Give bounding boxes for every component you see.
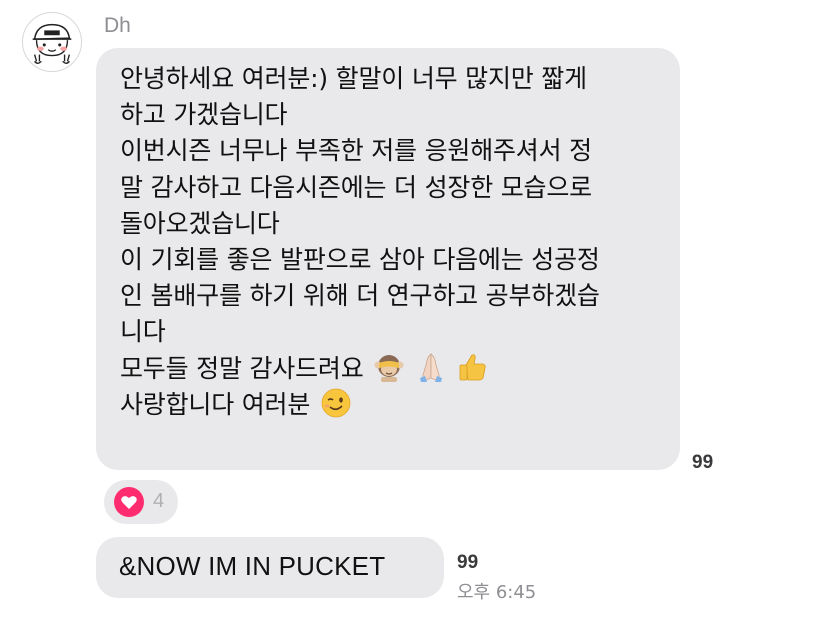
cartoon-face-avatar-icon bbox=[32, 23, 72, 64]
thumbs-up-emoji bbox=[457, 351, 489, 383]
message-line: 사랑합니다 여러분 bbox=[120, 387, 658, 423]
see-no-evil-monkey-emoji bbox=[373, 351, 405, 383]
reaction-pill[interactable]: 4 bbox=[104, 480, 178, 524]
message-line-text: 모두들 정말 감사드려요 bbox=[120, 353, 364, 383]
folded-hands-emoji bbox=[415, 351, 447, 383]
message-timestamp: 오후 6:45 bbox=[457, 582, 537, 603]
message-line: 말 감사하고 다음시즌에는 더 성장한 모습으로 bbox=[120, 172, 592, 202]
message-text: &NOW IM IN PUCKET bbox=[119, 551, 386, 581]
message-line: 모두들 정말 감사드려요 bbox=[120, 351, 658, 387]
read-count: 99 bbox=[457, 552, 479, 573]
message-line: 이 기회를 좋은 발판으로 삼아 다음에는 성공정 bbox=[120, 245, 600, 275]
sender-avatar[interactable] bbox=[22, 12, 82, 72]
reaction-count: 4 bbox=[153, 490, 165, 512]
message-line: 인 봄배구를 하기 위해 더 연구하고 공부하겠습 bbox=[120, 281, 600, 311]
message-line: 하고 가겠습니다 bbox=[120, 100, 288, 130]
sender-name: Dh bbox=[104, 14, 131, 37]
message-line: 이번시즌 너무나 부족한 저를 응원해주셔서 정 bbox=[120, 136, 592, 166]
read-count: 99 bbox=[692, 452, 714, 473]
message-bubble[interactable]: &NOW IM IN PUCKET bbox=[96, 537, 444, 598]
message-line: 안녕하세요 여러분:) 할말이 너무 많지만 짧게 bbox=[120, 64, 587, 93]
message-line: 니다 bbox=[120, 317, 166, 347]
winking-face-emoji bbox=[320, 387, 352, 419]
heart-icon bbox=[114, 487, 144, 517]
chat-thread: Dh 안녕하세요 여러분:) 할말이 너무 많지만 짧게 하고 가겠습니다 이번… bbox=[0, 0, 828, 619]
message-bubble[interactable]: 안녕하세요 여러분:) 할말이 너무 많지만 짧게 하고 가겠습니다 이번시즌 … bbox=[96, 48, 680, 470]
message-line: 돌아오겠습니다 bbox=[120, 208, 280, 238]
message-line-text: 사랑합니다 여러분 bbox=[120, 389, 311, 419]
